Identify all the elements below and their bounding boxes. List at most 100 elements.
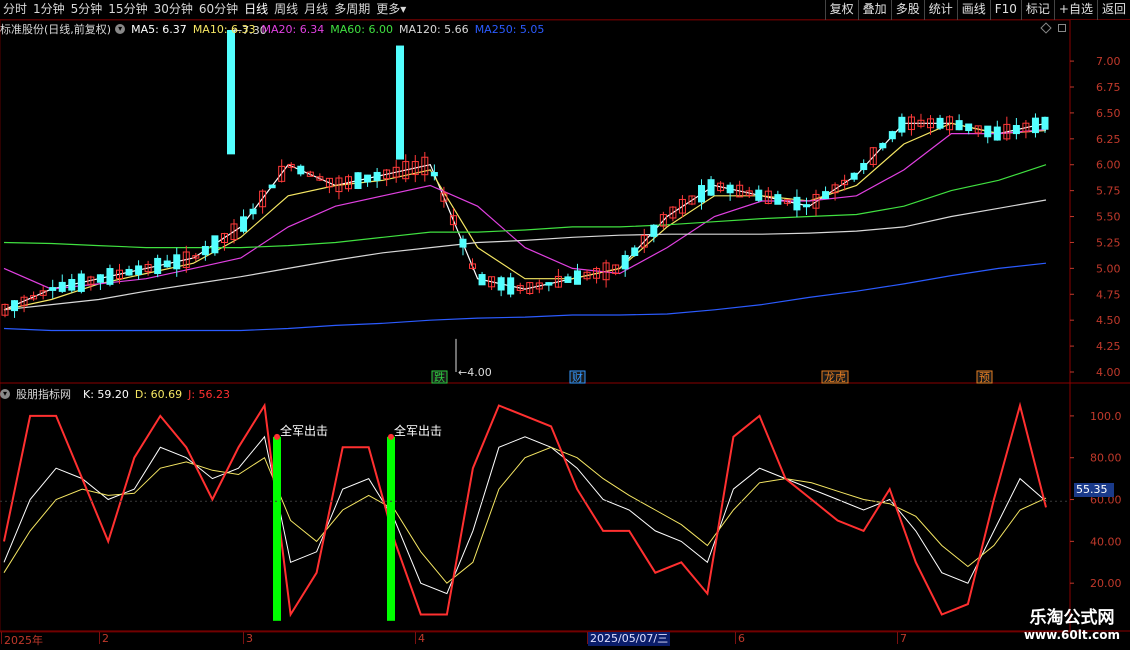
period-tab[interactable]: 月线 — [301, 0, 331, 20]
date-tick-mark — [415, 632, 416, 644]
period-tab[interactable]: 60分钟 — [196, 0, 241, 20]
candle-body — [850, 172, 858, 180]
candle-body — [993, 126, 1001, 141]
ma-line-ma10 — [3, 122, 1047, 311]
candle-body — [163, 260, 171, 268]
candle-body — [936, 117, 944, 129]
candle-body — [173, 254, 181, 270]
kdj-legend-item: K: 59.20 — [83, 387, 129, 401]
price-axis-label: 5.00 — [1096, 262, 1121, 275]
candle-body — [955, 120, 963, 131]
period-tab[interactable]: 15分钟 — [105, 0, 150, 20]
watermark-url: www.60lt.com — [1023, 628, 1120, 642]
candle-body — [373, 171, 381, 181]
candle-body — [135, 265, 143, 275]
date-tick-mark — [243, 632, 244, 644]
candle-body — [545, 282, 553, 286]
date-cursor-label: 2025/05/07/三 — [588, 632, 671, 646]
indicator-axis-label: 100.0 — [1090, 410, 1122, 423]
indicator-axis-label: 80.00 — [1090, 452, 1122, 465]
candle-body — [211, 235, 219, 254]
candle-body — [898, 116, 906, 133]
price-axis-label: 4.75 — [1096, 288, 1121, 301]
candle-body — [564, 276, 572, 283]
period-tab[interactable]: 周线 — [271, 0, 301, 20]
toolbar-button[interactable]: 复权 — [824, 0, 858, 20]
price-axis-label: 5.25 — [1096, 236, 1121, 249]
chart-canvas[interactable]: 7.00 6.75 6.50 6.25 6.00 5.75 5.50 5.25 5.00 4.75… — [0, 0, 1130, 650]
maximize-icon[interactable] — [1058, 24, 1066, 32]
indicator-settings-icon[interactable]: ▾ — [0, 389, 10, 399]
price-axis-label: 7.00 — [1096, 55, 1121, 68]
candle-body — [77, 273, 85, 292]
period-tab[interactable]: 30分钟 — [151, 0, 196, 20]
candle-body — [860, 163, 868, 171]
toolbar-button[interactable]: 画线 — [956, 0, 990, 20]
signal-bar — [387, 436, 395, 621]
candle-body — [49, 287, 57, 291]
watermark-title: 乐淘公式网 — [1029, 608, 1115, 628]
indicator-line-k — [3, 435, 1047, 595]
price-axis-label: 6.00 — [1096, 159, 1121, 172]
candle-body — [793, 196, 801, 211]
candle-body — [755, 189, 763, 201]
event-tag-label: 财 — [572, 370, 583, 384]
indicator-info: ▾ 股朋指标网 K: 59.20 D: 60.69 J: 56.23 — [0, 386, 236, 402]
candle-body — [621, 255, 629, 270]
candle-body — [58, 281, 66, 292]
candle-body-large — [396, 45, 404, 160]
period-tab[interactable]: 更多▾ — [373, 0, 409, 20]
event-tag-label: 预 — [979, 371, 990, 384]
candle-body — [774, 194, 782, 205]
candle-body — [11, 300, 19, 312]
candle-body — [478, 274, 486, 286]
toolbar-button[interactable]: 多股 — [890, 0, 924, 20]
ma-legend-item: MA250: 5.05 — [474, 22, 545, 36]
date-tick-label: 7 — [900, 632, 907, 645]
ma-legend-item: MA5: 6.37 — [131, 22, 187, 36]
indicator-line-d — [3, 446, 1047, 584]
toolbar-actions: 复权 叠加 多股 统计 画线 F10 标记 +自选 返回 — [824, 0, 1130, 20]
date-tick-label: 6 — [738, 632, 745, 645]
candle-body — [106, 268, 114, 285]
chart-settings-icon[interactable]: ▾ — [115, 24, 126, 34]
indicator-axis-label: 20.00 — [1090, 577, 1122, 590]
period-tab[interactable]: 分时 — [0, 0, 30, 20]
main-chart-info: 标准股份(日线,前复权) ▾ MA5: 6.37 MA10: 6.33 MA20: … — [0, 21, 550, 37]
candle-body — [125, 268, 133, 276]
candle-body — [631, 247, 639, 257]
candle-body — [984, 125, 992, 138]
price-axis-label: 4.50 — [1096, 314, 1121, 327]
price-axis-label: 6.75 — [1096, 81, 1121, 94]
date-tick-label: 2 — [102, 632, 109, 645]
kdj-legend: K: 59.20 D: 60.69 J: 56.23 — [83, 388, 236, 401]
candle-body — [507, 277, 515, 295]
price-axis-label: 4.25 — [1096, 340, 1121, 353]
ma-line-ma120 — [3, 199, 1047, 311]
date-tick-label: 4 — [418, 632, 425, 645]
period-tab[interactable]: 多周期 — [331, 0, 373, 20]
candle-body — [726, 184, 734, 194]
date-tick-label: 2025年 — [4, 634, 43, 647]
toolbar-button[interactable]: +自选 — [1053, 0, 1097, 20]
toolbar-button[interactable]: 返回 — [1096, 0, 1130, 20]
toolbar-button[interactable]: 叠加 — [857, 0, 891, 20]
price-axis-label: 6.25 — [1096, 133, 1121, 146]
candle-body — [707, 179, 715, 196]
period-tab[interactable]: 1分钟 — [30, 0, 68, 20]
period-tab[interactable]: 日线 — [241, 0, 271, 20]
toolbar-button[interactable]: 标记 — [1020, 0, 1054, 20]
ma-legend-item: MA120: 5.66 — [398, 22, 469, 36]
toolbar-button[interactable]: F10 — [989, 0, 1021, 20]
date-tick-label: 3 — [246, 632, 253, 645]
period-tab[interactable]: 5分钟 — [68, 0, 106, 20]
candle-body — [698, 185, 706, 203]
indicator-axis-label: 40.00 — [1090, 535, 1122, 548]
date-axis: 2025年234567 — [0, 632, 1070, 647]
main-chart-title: 标准股份(日线,前复权) — [0, 23, 112, 36]
indicator-title: 股朋指标网 — [16, 388, 71, 401]
plot-frame — [0, 19, 1071, 633]
toolbar-button[interactable]: 统计 — [923, 0, 957, 20]
event-tag-label: 龙虎 — [824, 371, 846, 384]
ma-legend: MA5: 6.37 MA10: 6.33 MA20: 6.34 MA60: 6.00 M… — [131, 23, 550, 36]
